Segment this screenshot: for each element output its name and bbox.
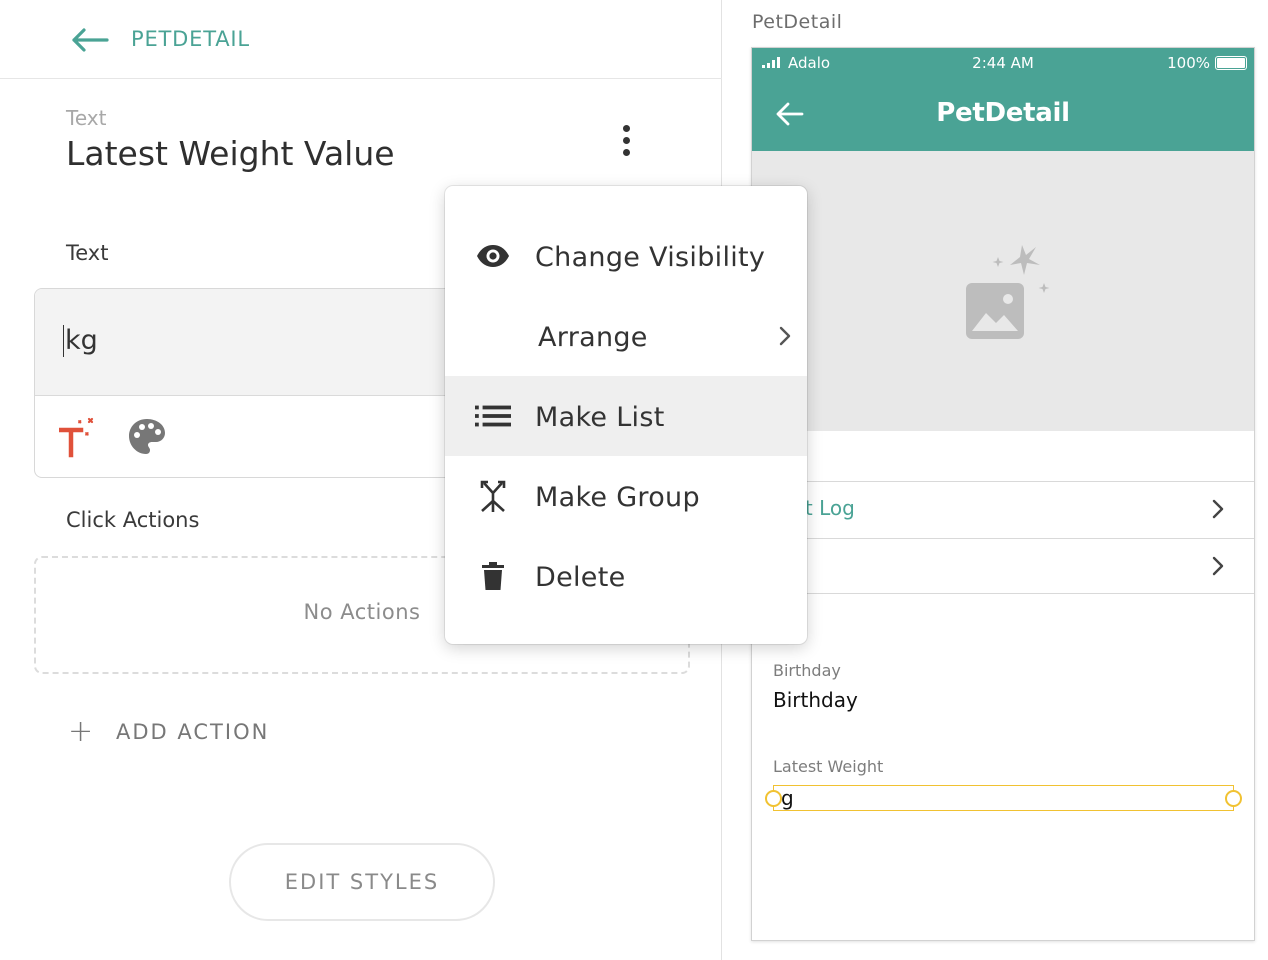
menu-item-label: Make List	[535, 402, 665, 433]
menu-item-label: Arrange	[538, 322, 648, 353]
panel-header: PETDETAIL	[0, 0, 722, 79]
birthday-label: Birthday	[773, 661, 841, 680]
chevron-right-icon	[1212, 556, 1224, 576]
menu-item-make-list[interactable]: Make List	[445, 376, 807, 456]
menu-item-label: Delete	[535, 562, 626, 593]
app-bar: Adalo 2:44 AM 100% PetDetail	[752, 48, 1254, 151]
birthday-value[interactable]: Birthday	[773, 688, 858, 712]
latest-weight-label: Latest Weight	[773, 757, 884, 776]
more-options-button[interactable]	[610, 120, 642, 160]
component-name[interactable]: Latest Weight Value	[66, 134, 395, 173]
battery-icon	[1215, 56, 1247, 70]
eye-icon	[475, 240, 511, 272]
menu-item-change-visibility[interactable]: Change Visibility	[445, 216, 807, 296]
context-menu: Change Visibility Arrange Make List Make…	[445, 186, 807, 644]
screen-title[interactable]: PETDETAIL	[131, 27, 250, 51]
chevron-right-icon	[1212, 499, 1224, 519]
chevron-right-icon	[779, 326, 791, 346]
kebab-dot-icon	[622, 148, 630, 156]
menu-item-label: Change Visibility	[535, 242, 766, 273]
menu-item-delete[interactable]: Delete	[445, 536, 807, 616]
add-action-button[interactable]: + ADD ACTION	[68, 716, 269, 748]
menu-item-label: Make Group	[535, 482, 700, 513]
text-section-label: Text	[66, 241, 109, 265]
add-action-label: ADD ACTION	[116, 720, 270, 744]
text-input-value: kg	[63, 325, 98, 357]
magic-text-icon[interactable]	[58, 415, 101, 459]
component-type: Text	[66, 106, 107, 130]
app-title: PetDetail	[936, 98, 1070, 128]
back-button[interactable]	[68, 24, 112, 56]
image-placeholder[interactable]	[752, 151, 1254, 431]
status-bar: Adalo 2:44 AM 100%	[752, 48, 1254, 78]
list-icon	[475, 400, 511, 432]
click-actions-label: Click Actions	[66, 508, 200, 532]
divider	[752, 593, 1254, 594]
selected-text-component[interactable]: g	[765, 785, 1242, 811]
resize-handle-right[interactable]	[1225, 790, 1242, 807]
screen-name-label[interactable]: PetDetail	[752, 11, 842, 33]
phone-preview: Adalo 2:44 AM 100% PetDetail ight Log k …	[751, 47, 1255, 941]
kebab-dot-icon	[622, 136, 630, 144]
arrow-left-icon	[72, 28, 109, 52]
kebab-dot-icon	[622, 124, 630, 132]
edit-styles-button[interactable]: EDIT STYLES	[229, 843, 495, 921]
list-item-weight-log[interactable]: ight Log	[752, 482, 1254, 536]
menu-item-make-group[interactable]: Make Group	[445, 456, 807, 536]
image-placeholder-icon	[966, 245, 1050, 339]
plus-icon: +	[68, 714, 94, 749]
trash-icon	[475, 560, 511, 592]
list-item-link-2[interactable]: k 2	[752, 539, 1254, 593]
merge-icon	[475, 480, 511, 512]
menu-item-arrange[interactable]: Arrange	[445, 296, 807, 376]
latest-weight-value: g	[781, 786, 794, 810]
palette-icon[interactable]	[127, 417, 167, 457]
resize-handle-left[interactable]	[765, 790, 782, 807]
battery-percent: 100%	[1167, 54, 1210, 72]
